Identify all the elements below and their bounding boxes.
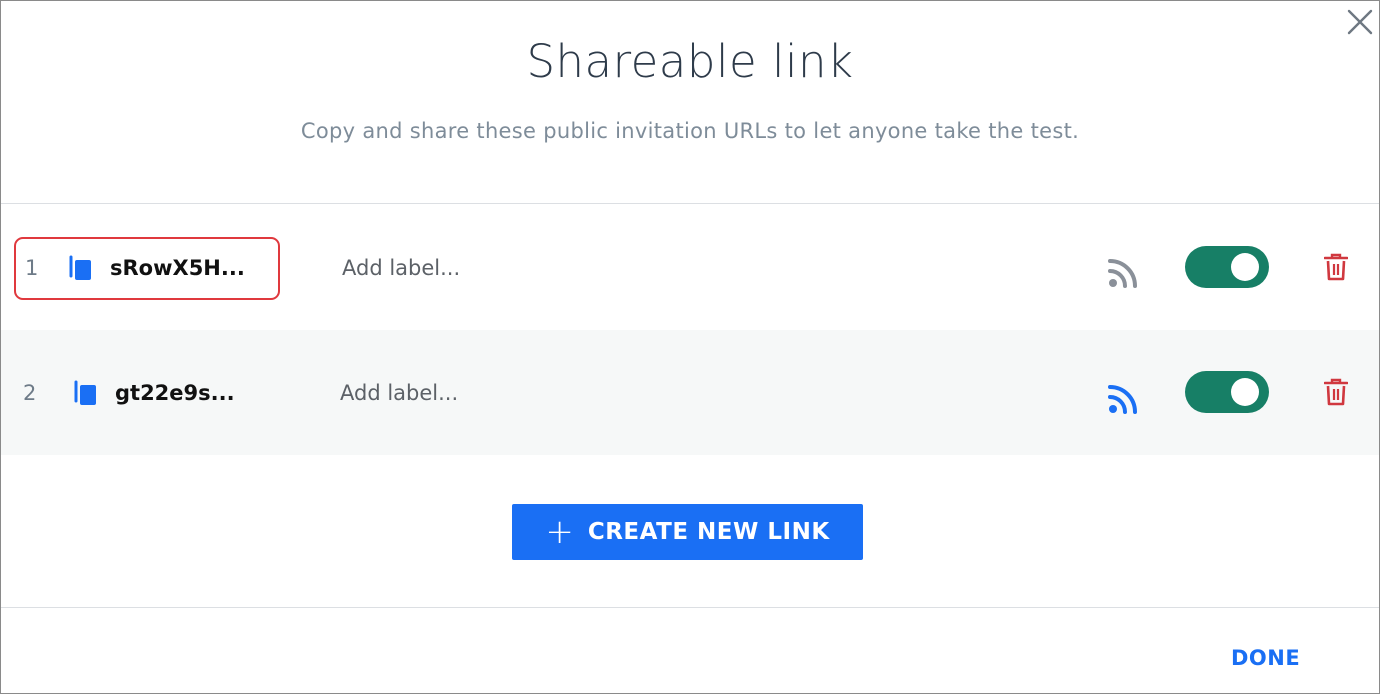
close-icon[interactable] <box>1345 7 1375 37</box>
enabled-toggle[interactable] <box>1185 371 1269 413</box>
trash-icon[interactable] <box>1323 253 1349 281</box>
done-button[interactable]: DONE <box>1231 646 1300 670</box>
link-row-1: 1 sRowX5H... Add label... <box>1 205 1379 330</box>
rss-icon[interactable] <box>1107 257 1139 289</box>
row-number: 1 <box>25 255 39 280</box>
enabled-toggle[interactable] <box>1185 246 1269 288</box>
trash-icon[interactable] <box>1323 378 1349 406</box>
add-label-input[interactable]: Add label... <box>342 256 460 280</box>
create-new-link-button[interactable]: + CREATE NEW LINK <box>512 504 863 560</box>
copy-icon[interactable] <box>73 379 99 407</box>
create-new-link-label: CREATE NEW LINK <box>587 519 830 545</box>
link-code[interactable]: gt22e9s... <box>115 381 235 405</box>
rss-icon[interactable] <box>1107 383 1139 415</box>
footer-divider <box>1 607 1379 608</box>
dialog-subtitle: Copy and share these public invitation U… <box>300 119 1080 143</box>
toggle-knob <box>1231 253 1259 281</box>
link-row-2: 2 gt22e9s... Add label... <box>1 330 1379 455</box>
header-divider <box>1 203 1379 204</box>
add-label-input[interactable]: Add label... <box>340 381 458 405</box>
copy-icon[interactable] <box>68 254 94 282</box>
link-code[interactable]: sRowX5H... <box>110 256 245 280</box>
toggle-knob <box>1231 378 1259 406</box>
shareable-link-dialog: Shareable link Copy and share these publ… <box>0 0 1380 694</box>
plus-icon: + <box>545 512 574 552</box>
row-number: 2 <box>23 380 37 405</box>
dialog-title: Shareable link <box>526 35 854 88</box>
